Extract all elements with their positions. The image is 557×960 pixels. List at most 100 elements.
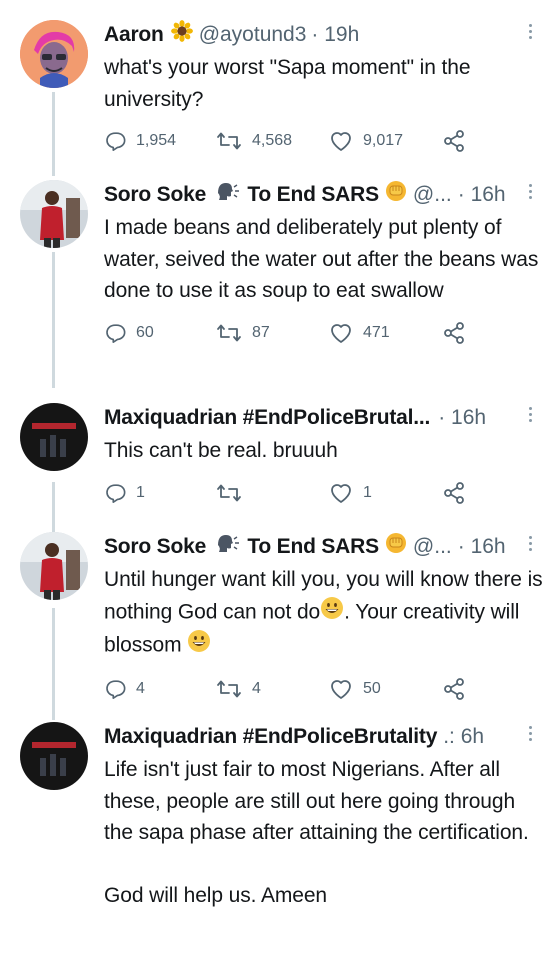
reply-count: 1 [136, 483, 145, 501]
like-button[interactable]: 1 [329, 479, 372, 507]
share-icon [444, 677, 464, 700]
display-name-part: To End SARS [247, 182, 379, 206]
reply-count: 1,954 [136, 132, 177, 149]
tweet-text: Until hunger want kill you, you will kno… [104, 564, 543, 663]
display-name[interactable]: Aaron [104, 20, 164, 50]
speaking-head-emoji-icon [216, 180, 240, 210]
display-name-part: Soro Soke [104, 182, 207, 206]
reply-button[interactable]: 4 [104, 675, 145, 703]
reply-icon [106, 483, 126, 503]
timestamp[interactable]: · 16h [458, 180, 506, 210]
heart-icon [331, 132, 351, 151]
share-button[interactable] [442, 479, 466, 507]
more-icon[interactable] [527, 536, 533, 551]
retweet-button[interactable] [216, 479, 252, 507]
timestamp[interactable]: · 16h [438, 403, 486, 433]
tweet-text-line: what's your worst "Sapa moment" in the u… [104, 56, 471, 111]
more-icon[interactable] [527, 184, 533, 199]
display-name[interactable]: Maxiquadrian #EndPoliceBrutal... [104, 403, 430, 433]
reply-icon [106, 679, 126, 699]
tweet-thread: Aaron @ayotund3 · 19h what's your worst … [0, 0, 557, 960]
share-button[interactable] [442, 127, 466, 155]
tweet[interactable]: Maxiquadrian #EndPoliceBrutal... · 16h T… [0, 403, 557, 513]
tweet-header: Soro Soke To End SARS @... · 16h [104, 532, 543, 562]
handle[interactable]: @ayotund3 [199, 20, 307, 50]
reply-button[interactable]: 1,954 [104, 127, 176, 155]
tweet-text-line: This can't be real. bruuuh [104, 439, 338, 462]
tweet-actions: 4 4 50 [104, 675, 543, 703]
retweet-icon [217, 680, 241, 697]
tweet-text-line: Until hunger want kill you, you will kno… [104, 564, 543, 663]
tweet-header: Aaron @ayotund3 · 19h [104, 19, 543, 51]
avatar[interactable] [20, 403, 88, 471]
retweet-icon [217, 324, 241, 341]
retweet-count: 87 [252, 323, 270, 341]
display-name-part: Soro Soke [104, 534, 207, 558]
like-count: 1 [363, 483, 372, 501]
tweet-text: what's your worst "Sapa moment" in the u… [104, 52, 543, 115]
tweet-header: Soro Soke To End SARS @... · 16h [104, 180, 543, 210]
share-icon [444, 481, 464, 504]
share-icon [444, 321, 464, 344]
tweet-text: Life isn't just fair to most Nigerians. … [104, 754, 543, 911]
avatar[interactable] [20, 532, 88, 600]
heart-icon [331, 483, 351, 503]
retweet-button[interactable]: 4 [216, 675, 261, 703]
more-icon[interactable] [527, 24, 533, 39]
display-name[interactable]: Soro Soke To End SARS [104, 180, 379, 210]
reply-button[interactable]: 1 [104, 479, 145, 507]
like-count: 50 [363, 679, 381, 697]
tweet[interactable]: Soro Soke To End SARS @... · 16h I made … [0, 180, 557, 380]
avatar[interactable] [20, 722, 88, 790]
share-icon [444, 130, 464, 152]
timestamp[interactable]: · 19h [311, 20, 359, 50]
more-icon[interactable] [527, 726, 533, 741]
like-count: 471 [363, 323, 390, 341]
retweet-icon [217, 132, 241, 150]
handle[interactable]: @... [413, 532, 452, 562]
like-button[interactable]: 50 [329, 675, 381, 703]
heart-icon [331, 323, 351, 343]
like-button[interactable]: 9,017 [329, 127, 403, 155]
tweet-text-line: Life isn't just fair to most Nigerians. … [104, 758, 529, 844]
retweet-count: 4 [252, 679, 261, 697]
speaking-head-emoji-icon [216, 532, 240, 562]
retweet-button[interactable]: 87 [216, 319, 270, 347]
retweet-button[interactable]: 4,568 [216, 127, 292, 155]
grinning-face-emoji-icon [187, 629, 211, 663]
more-icon[interactable] [527, 407, 533, 422]
heart-icon [331, 679, 351, 699]
avatar[interactable] [20, 180, 88, 248]
timestamp[interactable]: .: 6h [443, 722, 484, 752]
display-name[interactable]: Maxiquadrian #EndPoliceBrutality [104, 722, 437, 752]
tweet-header: Maxiquadrian #EndPoliceBrutal... · 16h [104, 403, 543, 433]
share-button[interactable] [442, 319, 466, 347]
tweet-header: Maxiquadrian #EndPoliceBrutality .: 6h [104, 722, 543, 752]
reply-count: 60 [136, 323, 154, 341]
tweet[interactable]: Soro Soke To End SARS @... · 16h Until h… [0, 532, 557, 702]
reply-icon [106, 323, 126, 343]
retweet-count: 4,568 [252, 132, 293, 149]
raised-fist-emoji-icon [385, 180, 407, 211]
like-button[interactable]: 471 [329, 319, 390, 347]
timestamp[interactable]: · 16h [458, 532, 506, 562]
reply-count: 4 [136, 679, 145, 697]
tweet-text-line: God will help us. Ameen [104, 883, 327, 907]
tweet-text: I made beans and deliberately put plenty… [104, 212, 543, 307]
display-name-part: To End SARS [247, 534, 379, 558]
avatar[interactable] [20, 20, 88, 88]
tweet-text-line: I made beans and deliberately put plenty… [104, 216, 539, 302]
sunflower-emoji-icon [170, 19, 193, 51]
raised-fist-emoji-icon [385, 532, 407, 563]
reply-button[interactable]: 60 [104, 319, 154, 347]
tweet[interactable]: Aaron @ayotund3 · 19h what's your worst … [0, 19, 557, 160]
reply-icon [106, 132, 126, 151]
like-count: 9,017 [363, 132, 404, 149]
handle[interactable]: @... [413, 180, 452, 210]
display-name[interactable]: Soro Soke To End SARS [104, 532, 379, 562]
tweet[interactable]: Maxiquadrian #EndPoliceBrutality .: 6h L… [0, 722, 557, 952]
tweet-actions: 1,954 4,568 9,017 [104, 127, 543, 155]
tweet-text: This can't be real. bruuuh [104, 435, 543, 467]
tweet-actions: 60 87 471 [104, 319, 543, 347]
share-button[interactable] [442, 675, 466, 703]
